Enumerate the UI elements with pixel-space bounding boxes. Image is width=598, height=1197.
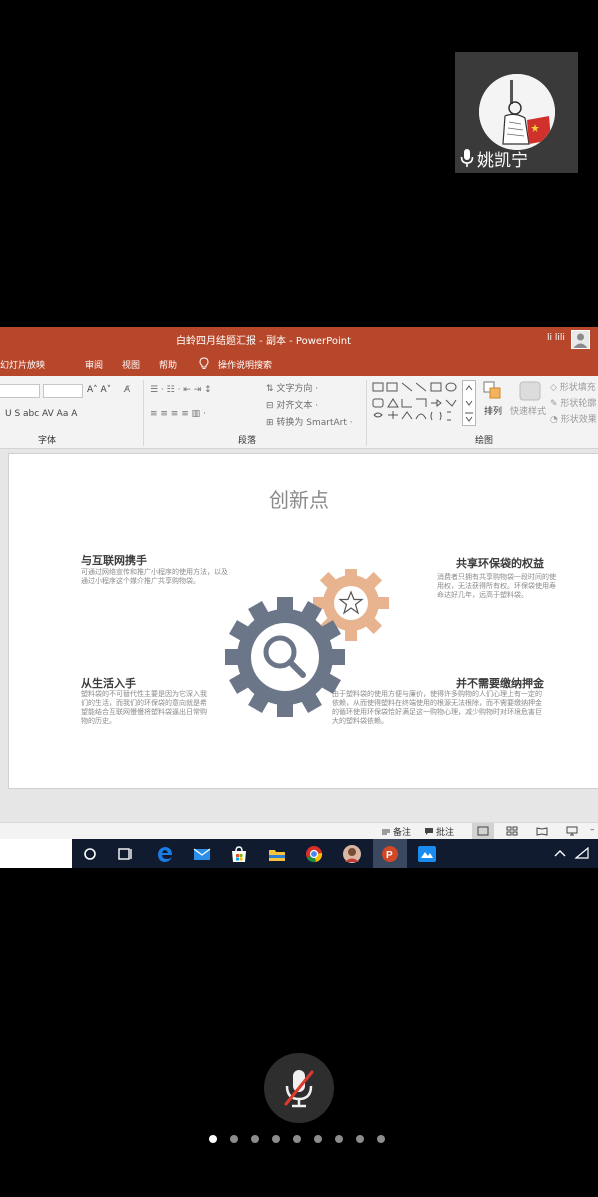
point-heading: 共享环保袋的权益 (456, 557, 544, 570)
notes-icon (382, 829, 390, 834)
file-explorer-icon[interactable] (265, 842, 289, 866)
network-icon[interactable] (574, 847, 590, 859)
page-dot[interactable] (251, 1135, 259, 1143)
slide-canvas[interactable]: 创新点 与互联网携手 可通过网络宣传和推广小程序的使用方法，以及通过小程序这个媒… (8, 453, 598, 789)
tab-view[interactable]: 视图 (122, 358, 140, 371)
group-paragraph-label: 段落 (238, 436, 257, 446)
store-icon[interactable] (227, 842, 251, 866)
shapes-gallery-scroll[interactable] (462, 380, 476, 426)
point-heading: 并不需要缴纳押金 (456, 677, 544, 690)
point-body: 消费者只拥有共享购物袋一段时间的使用权，无法获得所有权。环保袋使用寿命达好几年，… (437, 573, 556, 599)
comments-button[interactable]: 批注 (424, 825, 454, 838)
convert-smartart-button[interactable]: ⊞ 转换为 SmartArt · (266, 415, 353, 428)
chevron-up-icon[interactable] (554, 849, 566, 857)
powerpoint-icon[interactable]: P (378, 842, 402, 866)
page-dot[interactable] (293, 1135, 301, 1143)
zoom-out-button[interactable]: – (590, 825, 595, 835)
shape-fill-button[interactable]: ◇ 形状填充 (550, 380, 596, 393)
page-dot[interactable] (377, 1135, 385, 1143)
point-body: 塑料袋的不可替代性主要是因为它深入我们的生活，而我们的环保袋的意向就是希望能结合… (81, 690, 207, 725)
status-bar: 备注 批注 – (0, 822, 598, 839)
tab-help[interactable]: 帮助 (159, 358, 177, 371)
normal-view-button[interactable] (472, 823, 494, 839)
point-heading: 从生活入手 (81, 677, 136, 690)
page-dot[interactable] (314, 1135, 322, 1143)
ribbon-tabs: 幻灯片放映 审阅 视图 帮助 操作说明搜索 (0, 352, 598, 376)
clear-format-icon[interactable]: A̸ (124, 385, 130, 395)
align-buttons[interactable]: ≡ ≡ ≡ ≡ ▥ · (150, 409, 206, 419)
taskbar-search-box[interactable] (0, 839, 72, 868)
text-direction-button[interactable]: ⇅ 文字方向 · (266, 381, 318, 394)
page-indicator (209, 1135, 385, 1147)
ribbon: A˄ A˅ A̸ U S abc AV Aa A 字体 ☰ · ☷ · ⇤ ⇥ … (0, 376, 598, 449)
page-dot[interactable] (272, 1135, 280, 1143)
svg-text:P: P (386, 850, 393, 861)
page-dot[interactable] (335, 1135, 343, 1143)
document-title: 白蛉四月结题汇报 - 副本 - PowerPoint (176, 336, 351, 347)
list-buttons[interactable]: ☰ · ☷ · ⇤ ⇥ ↕ (150, 385, 212, 395)
mail-icon[interactable] (190, 842, 214, 866)
group-font-label: 字体 (38, 436, 57, 446)
microphone-icon (460, 149, 474, 167)
shapes-gallery[interactable] (372, 381, 476, 429)
powerpoint-titlebar: 白蛉四月结题汇报 - 副本 - PowerPoint li lili (0, 327, 598, 352)
font-name-combo[interactable] (0, 384, 40, 398)
tell-me-search[interactable]: 操作说明搜索 (218, 358, 272, 371)
page-dot[interactable] (230, 1135, 238, 1143)
chrome-icon[interactable] (302, 842, 326, 866)
meeting-screen: 姚凯宁 白蛉四月结题汇报 - 副本 - PowerPoint li lili 幻… (0, 0, 598, 1197)
slide-sorter-icon[interactable] (506, 826, 518, 836)
quick-styles-button[interactable]: 快速样式 (510, 380, 548, 420)
notes-button[interactable]: 备注 (381, 825, 411, 838)
microphone-muted-icon (284, 1070, 314, 1108)
lightbulb-icon (199, 357, 209, 369)
cortana-icon[interactable] (78, 842, 102, 866)
windows-taskbar: P (0, 839, 598, 868)
participant-avatar (479, 74, 555, 150)
point-body: 可通过网络宣传和推广小程序的使用方法，以及通过小程序这个媒介推广共享购物袋。 (81, 568, 228, 585)
account-avatar-icon[interactable] (571, 330, 590, 349)
participant-label: 姚凯宁 (459, 146, 528, 171)
tab-review[interactable]: 审阅 (85, 358, 103, 371)
shape-effects-button[interactable]: ◔ 形状效果 (550, 412, 597, 425)
page-dot[interactable] (356, 1135, 364, 1143)
participant-name: 姚凯宁 (477, 150, 528, 171)
gears-graphic (225, 569, 389, 717)
slide-editor: 创新点 与互联网携手 可通过网络宣传和推广小程序的使用方法，以及通过小程序这个媒… (0, 449, 598, 798)
mute-button[interactable] (264, 1053, 334, 1123)
meeting-app-icon[interactable] (415, 842, 439, 866)
ribbon-separator (143, 380, 144, 446)
app-avatar-icon[interactable] (340, 842, 364, 866)
point-heading: 与互联网携手 (81, 554, 147, 567)
task-view-icon[interactable] (113, 842, 137, 866)
comment-icon (425, 828, 433, 835)
grow-font-button[interactable]: A˄ A˅ (87, 385, 111, 395)
reading-view-icon[interactable] (536, 826, 548, 836)
font-size-combo[interactable] (43, 384, 83, 398)
align-text-button[interactable]: ⊟ 对齐文本 · (266, 398, 318, 411)
font-style-buttons[interactable]: U S abc AV Aa A (5, 409, 77, 419)
group-drawing-label: 绘图 (475, 436, 494, 446)
account-name[interactable]: li lili (547, 333, 565, 343)
tab-slideshow[interactable]: 幻灯片放映 (0, 358, 45, 371)
slide-title: 创新点 (269, 488, 329, 512)
participant-tile[interactable]: 姚凯宁 (455, 52, 578, 173)
shared-screen: 白蛉四月结题汇报 - 副本 - PowerPoint li lili 幻灯片放映… (0, 327, 598, 868)
notes-pane[interactable] (0, 798, 598, 822)
page-dot[interactable] (209, 1135, 217, 1143)
arrange-button[interactable]: 排列 (482, 380, 506, 420)
shape-outline-button[interactable]: ✎ 形状轮廓 (550, 396, 596, 409)
slideshow-icon[interactable] (566, 826, 578, 836)
edge-icon[interactable] (153, 842, 177, 866)
ribbon-separator (366, 380, 367, 446)
